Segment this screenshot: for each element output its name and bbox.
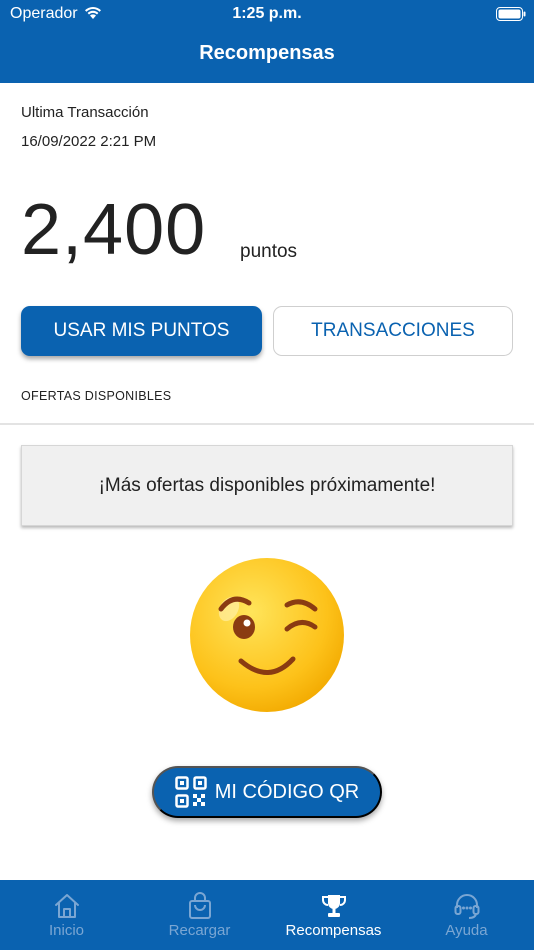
status-bar: Operador 1:25 p.m. [0,0,534,30]
points-unit: puntos [240,241,298,262]
winking-emoji-icon [190,558,344,712]
status-time: 1:25 p.m. [232,5,302,22]
tab-label-ayuda: Ayuda [445,922,488,939]
qr-button-label: MI CÓDIGO QR [214,780,360,803]
battery-icon [496,7,526,21]
headset-icon [454,894,479,919]
tab-recargar[interactable]: Recargar [133,880,266,950]
transactions-button[interactable]: TRANSACCIONES [273,306,513,356]
bottom-tab-bar: Inicio Recargar Recompensas Ayuda [0,880,534,950]
offers-empty-message: ¡Más ofertas disponibles próximamente! [98,474,436,496]
section-divider [0,423,534,425]
offers-section-label: OFERTAS DISPONIBLES [21,389,172,403]
tab-label-recompensas: Recompensas [285,922,382,939]
app-header: Operador 1:25 p.m. Recompensas [0,0,534,83]
qr-code-icon [175,776,207,808]
trophy-icon [321,895,346,917]
last-transaction-label: Ultima Transacción [21,104,149,121]
tab-label-inicio: Inicio [48,922,85,939]
use-points-button[interactable]: USAR MIS PUNTOS [21,306,262,356]
last-transaction-date: 16/09/2022 2:21 PM [21,133,157,150]
tab-inicio[interactable]: Inicio [0,880,133,950]
offers-empty-card: ¡Más ofertas disponibles próximamente! [21,445,513,526]
page-title: Recompensas [199,42,335,64]
tab-label-recargar: Recargar [168,922,231,939]
tab-recompensas[interactable]: Recompensas [267,880,400,950]
bag-icon [188,892,211,919]
tab-ayuda[interactable]: Ayuda [400,880,533,950]
home-icon [54,894,79,918]
my-qr-code-button[interactable]: MI CÓDIGO QR [152,766,382,818]
points-value: 2,400 [21,190,207,270]
